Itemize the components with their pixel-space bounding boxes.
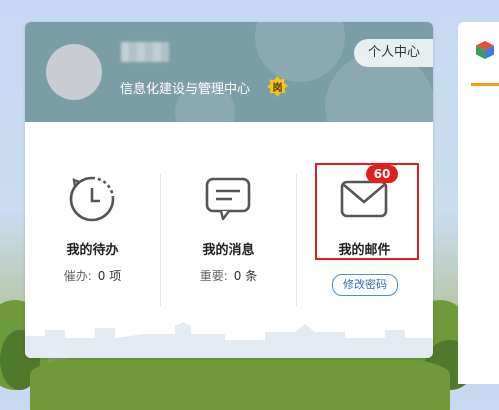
- messages-important-label: 重要:: [199, 269, 228, 283]
- todo-urge-label: 催办:: [63, 269, 92, 283]
- username-blurred: [121, 42, 169, 62]
- todo-urge-count: 催办: 0 项: [25, 267, 160, 284]
- clock-icon: [69, 176, 115, 222]
- todo-title: 我的待办: [66, 243, 119, 258]
- active-tab-indicator: [471, 83, 499, 86]
- mail-count-badge: 60: [366, 165, 398, 183]
- personal-center-button[interactable]: 个人中心: [354, 39, 433, 67]
- messages-title: 我的消息: [202, 243, 255, 258]
- post-badge: 岗: [267, 76, 288, 97]
- profile-card: 信息化建设与管理中心 岗 个人中心 我的待办 催办: 0 项 我的消息 重要: …: [25, 22, 433, 358]
- background-tree-line: [30, 350, 450, 410]
- right-panel: [458, 22, 499, 384]
- campus-skyline-decoration: [25, 322, 433, 358]
- post-badge-label: 岗: [272, 83, 283, 94]
- department-name: 信息化建设与管理中心: [120, 82, 251, 97]
- profile-header: 信息化建设与管理中心 岗 个人中心: [25, 22, 433, 122]
- messages-important-value: 0 条: [233, 269, 258, 283]
- decorative-circle: [255, 22, 345, 82]
- change-password-button[interactable]: 修改密码: [332, 274, 398, 296]
- todo-urge-value: 0 项: [97, 269, 122, 283]
- messages-important-count: 重要: 0 条: [161, 267, 296, 284]
- avatar[interactable]: [46, 44, 102, 100]
- message-icon: [205, 177, 251, 221]
- cube-app-icon[interactable]: [475, 40, 495, 60]
